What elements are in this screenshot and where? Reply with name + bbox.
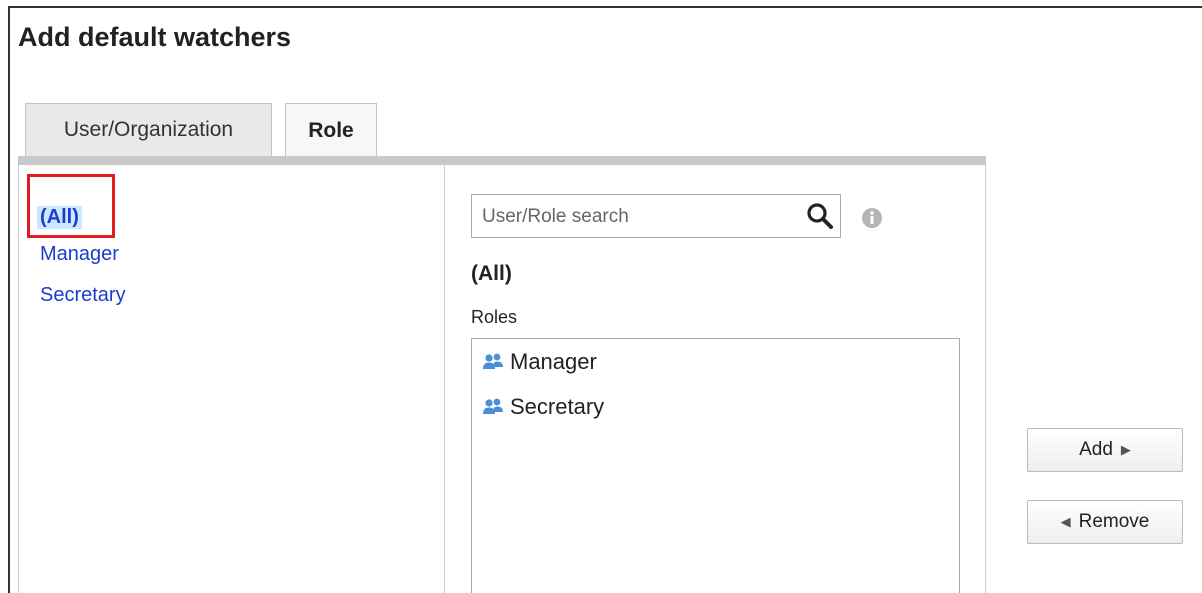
highlight-annotation	[27, 174, 115, 238]
list-item[interactable]: Manager	[482, 347, 597, 377]
remove-button[interactable]: ◀ Remove	[1027, 500, 1183, 544]
tab-role[interactable]: Role	[285, 103, 377, 157]
roles-list-label: Roles	[471, 307, 518, 327]
tab-user-organization[interactable]: User/Organization	[25, 103, 272, 156]
remove-button-label: Remove	[1078, 511, 1150, 532]
list-item[interactable]: Secretary	[482, 392, 604, 422]
add-button-label: Add	[1079, 439, 1113, 460]
add-button[interactable]: Add ▶	[1027, 428, 1183, 472]
arrow-right-icon: ▶	[1120, 442, 1131, 457]
role-group-icon	[483, 353, 503, 369]
selected-role-heading: (All)	[471, 262, 512, 285]
search-icon[interactable]	[805, 201, 835, 231]
search-box	[471, 194, 841, 238]
role-group-icon	[483, 398, 503, 414]
role-nav-item-secretary[interactable]: Secretary	[40, 284, 126, 307]
search-input[interactable]	[480, 201, 794, 233]
list-item-label: Secretary	[510, 394, 605, 419]
roles-list[interactable]: Manager Secretary	[471, 338, 960, 593]
info-icon[interactable]	[861, 207, 883, 229]
role-nav-item-manager[interactable]: Manager	[40, 243, 119, 266]
dialog-title: Add default watchers	[18, 22, 292, 52]
arrow-left-icon: ◀	[1060, 514, 1071, 529]
tab-strip	[18, 156, 986, 165]
list-item-label: Manager	[510, 349, 597, 374]
